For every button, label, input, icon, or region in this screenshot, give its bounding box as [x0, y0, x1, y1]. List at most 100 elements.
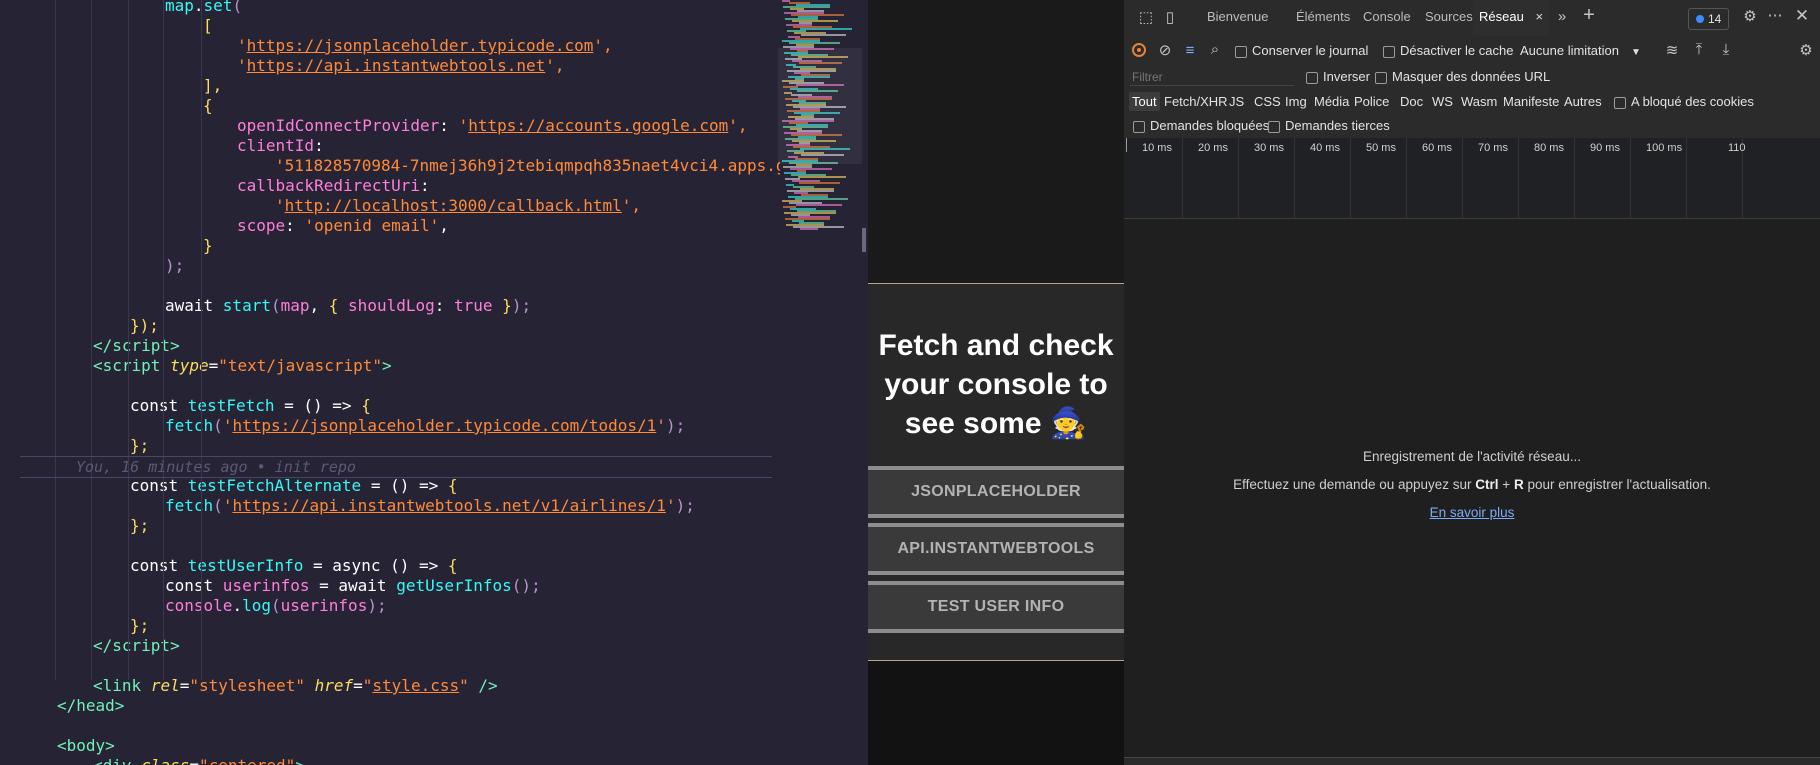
- code-line[interactable]: const testUserInfo = async () => {: [130, 556, 458, 576]
- preserve-log-checkbox[interactable]: [1235, 46, 1247, 58]
- type-doc[interactable]: Doc: [1400, 94, 1423, 109]
- code-line[interactable]: const testFetch = () => {: [130, 396, 371, 416]
- code-line[interactable]: 'https://api.instantwebtools.net',: [237, 56, 565, 76]
- code-token: script: [112, 636, 171, 655]
- code-line[interactable]: await start(map, { shouldLog: true });: [165, 296, 531, 316]
- record-icon[interactable]: [1132, 43, 1146, 57]
- timeline-tick-label: 30 ms: [1254, 142, 1284, 154]
- devtools-drawer-edge[interactable]: [1124, 757, 1820, 765]
- clear-icon[interactable]: ⊘: [1157, 43, 1173, 59]
- code-line[interactable]: </script>: [93, 336, 180, 356]
- tab-elements[interactable]: Éléments: [1296, 0, 1350, 36]
- hide-data-urls-checkbox[interactable]: [1375, 72, 1387, 84]
- code-line[interactable]: callbackRedirectUri:: [237, 176, 430, 196]
- code-token: >: [114, 696, 125, 715]
- minimap-line: [798, 176, 846, 178]
- code-line[interactable]: 'http://localhost:3000/callback.html',: [275, 196, 641, 216]
- more-options-icon[interactable]: ⋯: [1767, 8, 1783, 24]
- tab-welcome[interactable]: Bienvenue: [1207, 0, 1268, 36]
- export-har-icon[interactable]: ⤓: [1718, 42, 1734, 58]
- type-ws[interactable]: WS: [1432, 94, 1453, 109]
- minimap-viewport[interactable]: [778, 48, 862, 164]
- code-line[interactable]: };: [130, 616, 149, 636]
- type-css[interactable]: CSS: [1254, 94, 1281, 109]
- throttling-select[interactable]: Aucune limitation ▼: [1520, 43, 1641, 58]
- filter-icon[interactable]: ≡: [1182, 43, 1198, 59]
- issues-badge[interactable]: 14: [1688, 8, 1730, 30]
- editor-scrollbar[interactable]: [862, 228, 866, 252]
- code-line[interactable]: scope: 'openid email',: [237, 216, 449, 236]
- api-instantwebtools-button[interactable]: API.INSTANTWEBTOOLS: [868, 523, 1124, 575]
- test-user-info-button[interactable]: TEST USER INFO: [868, 581, 1124, 633]
- settings-gear-icon[interactable]: ⚙: [1742, 9, 1758, 25]
- timeline-tick-label: 100 ms: [1646, 142, 1683, 154]
- code-line[interactable]: console.log(userinfos);: [165, 596, 387, 616]
- device-toolbar-icon[interactable]: ▯: [1162, 10, 1178, 26]
- code-line[interactable]: );: [165, 256, 184, 276]
- tab-console[interactable]: Console: [1363, 0, 1411, 36]
- filter-input[interactable]: [1130, 69, 1294, 86]
- code-line[interactable]: </head>: [57, 696, 124, 716]
- code-line[interactable]: ],: [203, 76, 222, 96]
- code-line[interactable]: map.set(: [165, 0, 242, 16]
- tab-network[interactable]: Réseau ×: [1473, 0, 1550, 38]
- code-line[interactable]: }: [203, 236, 213, 256]
- close-devtools-icon[interactable]: ✕: [1794, 7, 1810, 24]
- code-line[interactable]: fetch('https://api.instantwebtools.net/v…: [165, 496, 695, 516]
- search-icon[interactable]: ⌕: [1207, 42, 1223, 58]
- code-token: script: [102, 356, 171, 375]
- code-line[interactable]: {: [203, 96, 213, 116]
- blocked-requests-checkbox[interactable]: [1133, 121, 1145, 133]
- code-line[interactable]: openIdConnectProvider: 'https://accounts…: [237, 116, 748, 136]
- code-line[interactable]: fetch('https://jsonplaceholder.typicode.…: [165, 416, 685, 436]
- network-empty-state: Enregistrement de l'activité réseau... E…: [1124, 219, 1820, 761]
- code-line[interactable]: <link rel="stylesheet" href="style.css" …: [93, 676, 498, 696]
- code-line[interactable]: 'https://jsonplaceholder.typicode.com',: [237, 36, 613, 56]
- type-font[interactable]: Police: [1354, 94, 1389, 109]
- code-token: ': [275, 196, 285, 215]
- code-line[interactable]: clientId:: [237, 136, 324, 156]
- type-js[interactable]: JS: [1229, 94, 1244, 109]
- third-party-checkbox[interactable]: [1268, 121, 1280, 133]
- network-conditions-icon[interactable]: ≋: [1664, 43, 1680, 59]
- code-line[interactable]: '511828570984-7nmej36h9j2tebiqmpqh835nae…: [275, 156, 780, 176]
- type-wasm[interactable]: Wasm: [1461, 94, 1497, 109]
- code-line[interactable]: </script>: [93, 636, 180, 656]
- code-line[interactable]: <div class="centered">: [93, 756, 305, 765]
- code-token: </: [93, 336, 113, 355]
- type-manifest[interactable]: Manifeste: [1503, 94, 1559, 109]
- invert-checkbox[interactable]: [1306, 72, 1318, 84]
- type-img[interactable]: Img: [1285, 94, 1307, 109]
- code-editor[interactable]: map.set([ 'https://jsonplaceholder.typico…: [0, 0, 868, 765]
- disable-cache-checkbox[interactable]: [1383, 46, 1395, 58]
- type-fetch-xhr[interactable]: Fetch/XHR: [1164, 94, 1228, 109]
- network-settings-icon[interactable]: ⚙: [1798, 43, 1814, 59]
- jsonplaceholder-button[interactable]: JSONPLACEHOLDER: [868, 466, 1124, 518]
- code-line[interactable]: <script type="text/javascript">: [93, 356, 392, 376]
- code-line[interactable]: const testFetchAlternate = () => {: [130, 476, 458, 496]
- code-line[interactable]: const userinfos = await getUserInfos();: [165, 576, 541, 596]
- import-har-icon[interactable]: ⤒: [1691, 42, 1707, 58]
- type-media[interactable]: Média: [1314, 94, 1349, 109]
- code-token: map: [280, 296, 310, 315]
- code-line[interactable]: [: [203, 16, 213, 36]
- code-token: = () =>: [274, 396, 362, 415]
- type-all[interactable]: Tout: [1129, 92, 1160, 111]
- network-timeline[interactable]: 10 ms 20 ms 30 ms 40 ms 50 ms 60 ms 70 ms 80 ms…: [1124, 138, 1820, 219]
- code-line[interactable]: };: [130, 436, 149, 456]
- code-area[interactable]: map.set([ 'https://jsonplaceholder.typico…: [0, 0, 780, 765]
- code-line[interactable]: });: [130, 316, 159, 336]
- more-tabs-icon[interactable]: »: [1554, 9, 1570, 25]
- learn-more-link[interactable]: En savoir plus: [1430, 505, 1515, 520]
- code-token: '511828570984-7nmej36h9j2tebiqmpqh835nae…: [275, 156, 780, 175]
- issues-icon: [1696, 15, 1704, 23]
- close-tab-icon[interactable]: ×: [1535, 9, 1543, 24]
- code-line[interactable]: };: [130, 516, 149, 536]
- timeline-gridline: [1238, 138, 1239, 218]
- type-other[interactable]: Autres: [1564, 94, 1602, 109]
- add-tab-icon[interactable]: +: [1580, 5, 1598, 25]
- code-line[interactable]: <body>: [57, 736, 115, 756]
- blocked-cookies-checkbox[interactable]: [1614, 97, 1626, 109]
- tab-sources[interactable]: Sources: [1425, 0, 1473, 36]
- inspect-element-icon[interactable]: ⬚: [1138, 10, 1154, 26]
